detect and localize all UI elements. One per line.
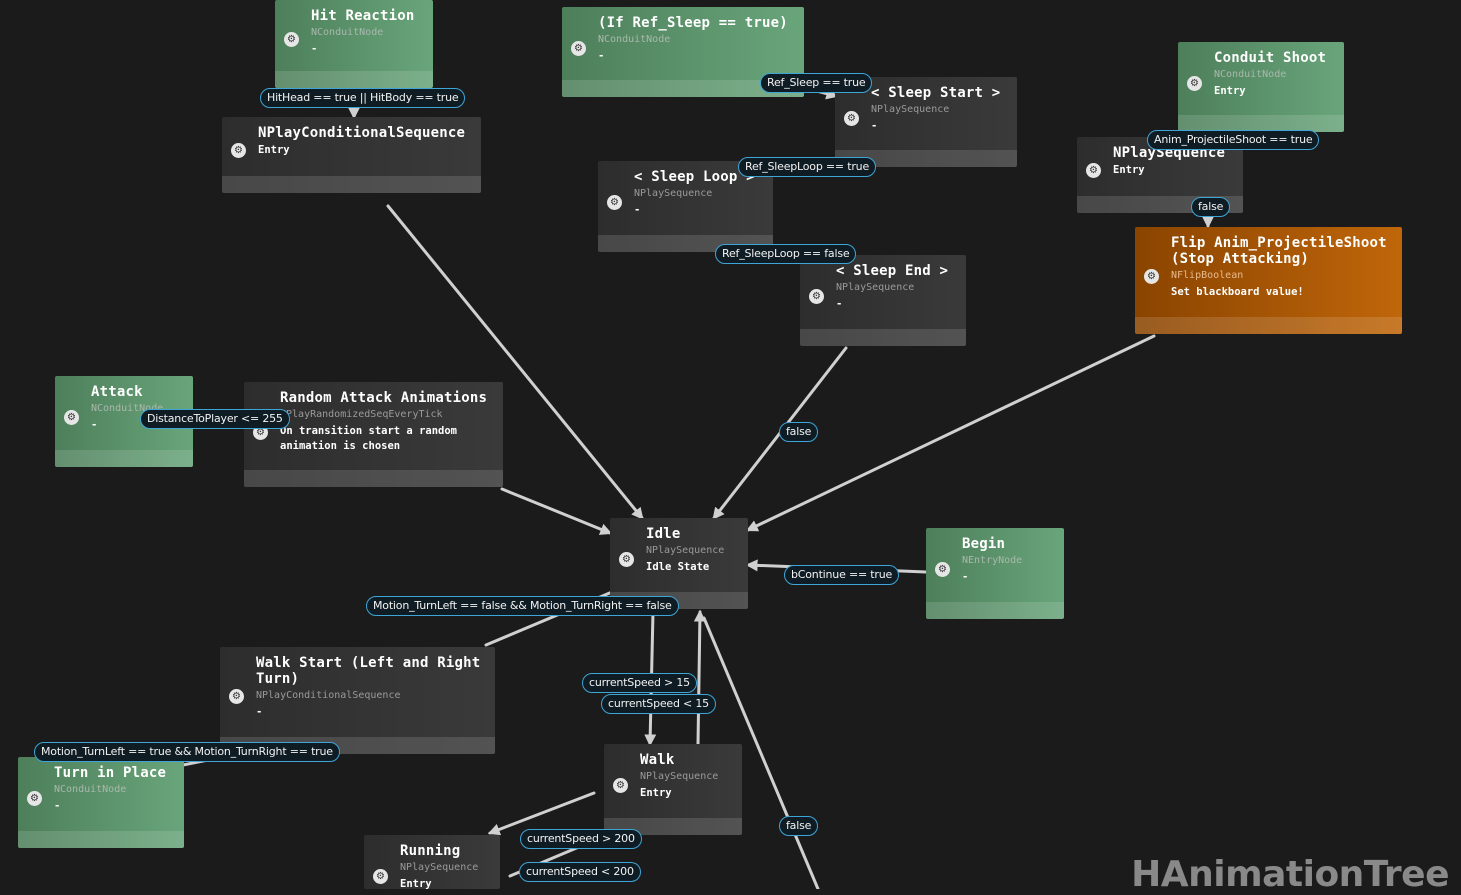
node-desc: - [598,50,605,62]
node-type: NFlipBoolean [1171,270,1244,281]
node-footer [55,450,193,467]
node-desc: Set blackboard value! [1171,286,1304,298]
node-nplay-conditional-sequence[interactable]: ⚙ NPlayConditionalSequence Entry [222,117,481,193]
node-title: Begin [962,536,1006,552]
node-desc: - [871,120,878,132]
node-desc: - [634,204,641,216]
wire-walk-to-idle [693,609,706,746]
wire-random-attack-to-idle [500,487,613,535]
gear-icon: ⚙ [64,410,79,425]
node-conduit-shoot[interactable]: ⚙ Conduit Shoot NConduitNode Entry [1178,42,1344,132]
node-running[interactable]: ⚙ Running NPlaySequence Entry [364,835,500,889]
node-title: Flip Anim_ProjectileShoot (Stop Attackin… [1171,235,1387,267]
node-desc: Entry [400,878,432,889]
gear-icon: ⚙ [809,289,824,304]
node-title: Walk Start (Left and Right Turn) [256,655,481,687]
node-type: NPlaySequence [836,282,915,293]
node-turn-in-place[interactable]: ⚙ Turn in Place NConduitNode - [18,757,184,848]
node-type: NConduitNode [311,27,384,38]
condition-motion-true[interactable]: Motion_TurnLeft == true && Motion_TurnRi… [34,742,340,762]
node-title: (If Ref_Sleep == true) [598,15,788,31]
node-title: < Sleep End > [836,263,949,279]
node-title: < Sleep Start > [871,85,1001,101]
node-title: Idle [646,526,681,542]
node-type: NEntryNode [962,555,1023,566]
gear-icon: ⚙ [1086,163,1101,178]
node-title: Walk [640,752,675,768]
condition-anim-projectile-shoot[interactable]: Anim_ProjectileShoot == true [1147,130,1320,150]
node-type: NPlaySequence [400,862,479,873]
gear-icon: ⚙ [373,869,388,884]
wire-walk-to-running [487,791,596,836]
condition-ref-sleep[interactable]: Ref_Sleep == true [760,73,873,93]
node-title: Hit Reaction [311,8,415,24]
node-title: Running [400,843,461,859]
node-desc: Entry [1214,85,1246,97]
node-title: Conduit Shoot [1214,50,1327,66]
node-desc: Entry [258,144,290,156]
node-footer [275,71,433,88]
condition-bottom-false[interactable]: false [779,816,819,836]
gear-icon: ⚙ [571,41,586,56]
gear-icon: ⚙ [613,778,628,793]
node-desc: Entry [1113,164,1145,176]
node-desc: Entry [640,787,672,799]
node-desc: Idle State [646,561,710,573]
condition-speed-lt-15[interactable]: currentSpeed < 15 [601,694,716,714]
node-title: Attack [91,384,143,400]
node-random-attack-animations[interactable]: ⚙ Random Attack Animations NPlayRandomiz… [244,382,503,487]
node-title: Turn in Place [54,765,167,781]
node-type: NConduitNode [598,34,671,45]
gear-icon: ⚙ [231,143,246,158]
condition-distance-to-player[interactable]: DistanceToPlayer <= 255 [140,409,290,429]
condition-bcontinue[interactable]: bContinue == true [784,565,900,585]
node-type: NPlaySequence [640,771,719,782]
node-sleep-end[interactable]: ⚙ < Sleep End > NPlaySequence - [800,255,966,346]
node-type: NPlayRandomizedSeqEveryTick [280,409,443,420]
node-desc: - [54,800,61,812]
node-type: NPlaySequence [646,545,725,556]
condition-shoot-false[interactable]: false [1191,197,1231,217]
node-title: NPlayConditionalSequence [258,125,466,141]
condition-hit[interactable]: HitHead == true || HitBody == true [260,88,466,108]
node-begin[interactable]: ⚙ Begin NEntryNode - [926,528,1064,619]
node-walk-start[interactable]: ⚙ Walk Start (Left and Right Turn) NPlay… [220,647,495,754]
condition-speed-gt-15[interactable]: currentSpeed > 15 [582,673,697,693]
gear-icon: ⚙ [1187,76,1202,91]
node-footer [222,176,481,193]
node-walk[interactable]: ⚙ Walk NPlaySequence Entry [604,744,742,835]
gear-icon: ⚙ [935,562,950,577]
node-footer [18,831,184,848]
condition-speed-gt-200[interactable]: currentSpeed > 200 [520,829,642,849]
gear-icon: ⚙ [27,791,42,806]
gear-icon: ⚙ [1144,269,1159,284]
node-desc: - [836,298,843,310]
node-hit-reaction[interactable]: ⚙ Hit Reaction NConduitNode - [275,0,433,88]
node-desc: On transition start a random animation i… [280,425,458,452]
gear-icon: ⚙ [844,111,859,126]
node-type: NConduitNode [1214,69,1287,80]
node-footer [1135,317,1402,334]
node-type: NPlaySequence [871,104,950,115]
condition-sleeploop-false[interactable]: Ref_SleepLoop == false [715,244,857,264]
node-desc: - [311,43,318,55]
gear-icon: ⚙ [619,552,634,567]
node-flip-anim-projectile-shoot[interactable]: ⚙ Flip Anim_ProjectileShoot (Stop Attack… [1135,227,1402,334]
node-type: NPlayConditionalSequence [256,690,401,701]
node-type: NConduitNode [54,784,127,795]
gear-icon: ⚙ [284,32,299,47]
node-desc: - [962,571,969,583]
gear-icon: ⚙ [229,689,244,704]
node-footer [244,470,503,487]
node-desc: - [256,706,263,718]
node-footer [926,602,1064,619]
condition-motion-false[interactable]: Motion_TurnLeft == false && Motion_TurnR… [366,596,679,616]
condition-sleeploop-true[interactable]: Ref_SleepLoop == true [738,157,877,177]
gear-icon: ⚙ [607,195,622,210]
condition-speed-lt-200[interactable]: currentSpeed < 200 [519,862,641,882]
condition-sleep-end-false[interactable]: false [779,422,819,442]
node-type: NPlaySequence [634,188,713,199]
node-footer [800,329,966,346]
node-title: Random Attack Animations [280,390,488,406]
